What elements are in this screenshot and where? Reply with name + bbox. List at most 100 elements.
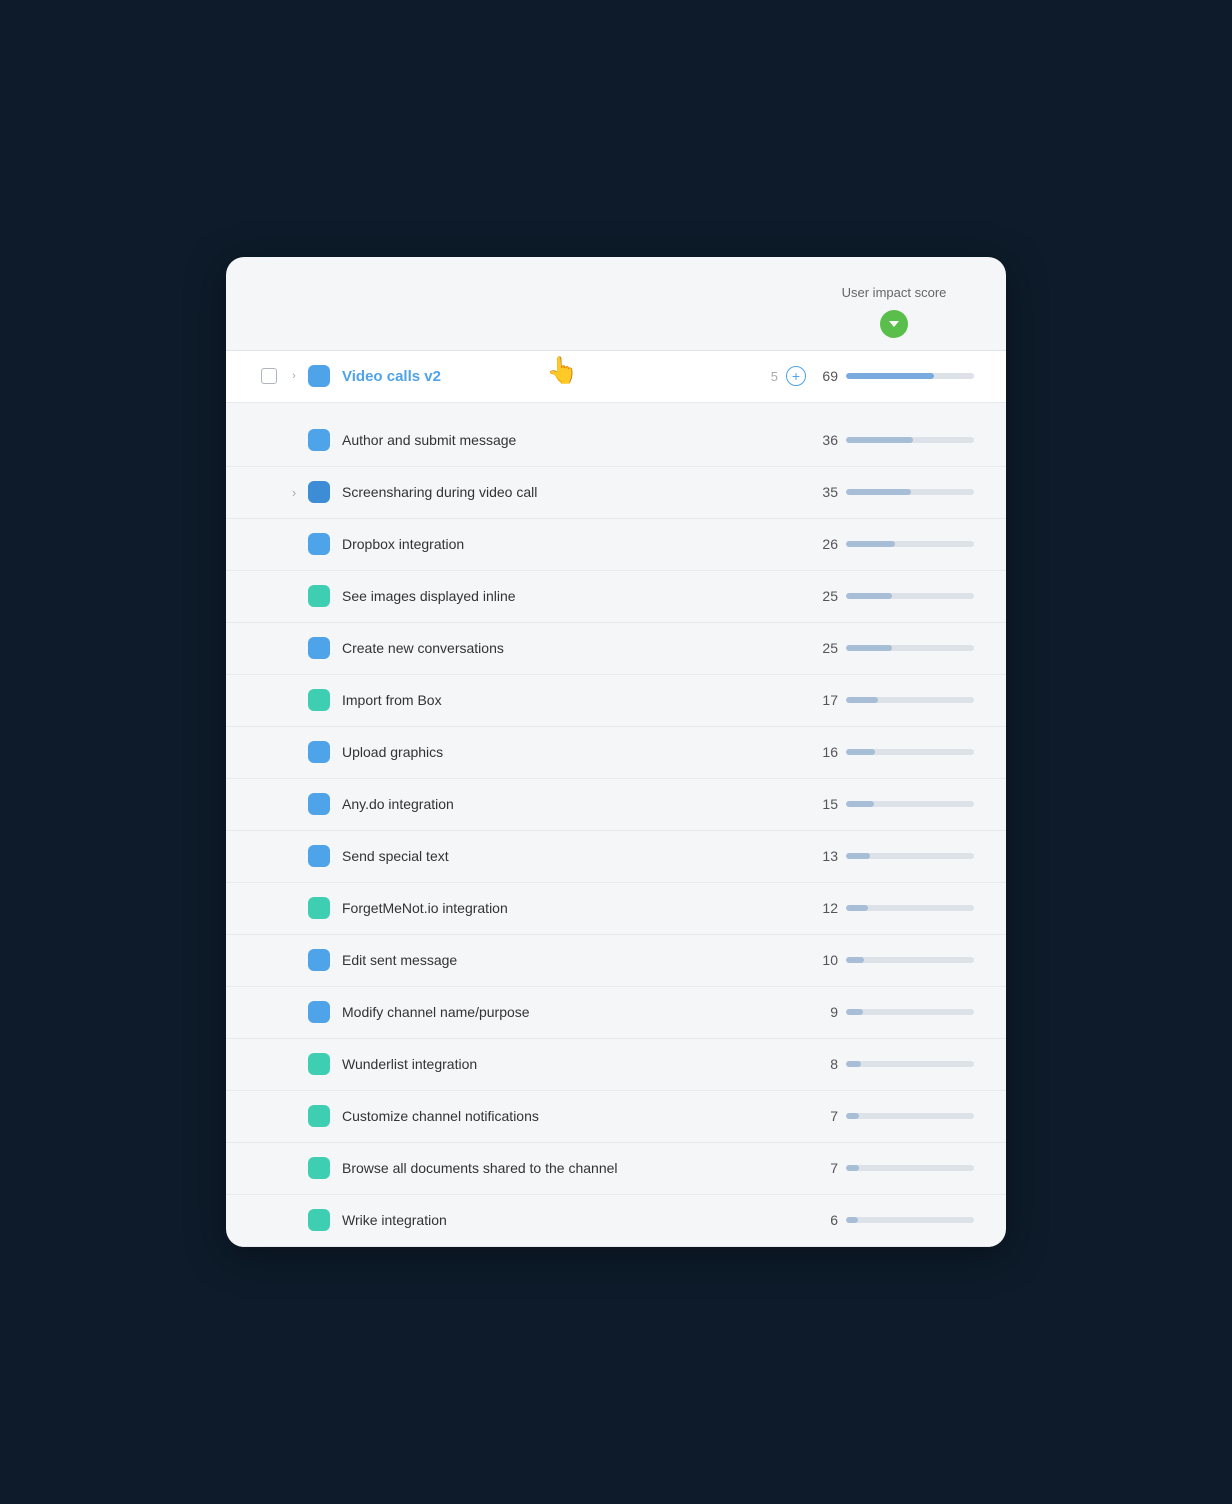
feature-row[interactable]: Send special text 13 xyxy=(226,831,1006,883)
header-row: User impact score xyxy=(226,257,1006,351)
feature-row[interactable]: Create new conversations 25 xyxy=(226,623,1006,675)
feature-icon xyxy=(308,949,330,971)
score-num: 7 xyxy=(814,1108,838,1124)
feature-row[interactable]: Edit sent message 10 xyxy=(226,935,1006,987)
feature-row[interactable]: Modify channel name/purpose 9 xyxy=(226,987,1006,1039)
feature-icon xyxy=(308,1157,330,1179)
feature-name: Browse all documents shared to the chann… xyxy=(342,1160,814,1176)
score-column-label: User impact score xyxy=(842,285,947,302)
feature-row[interactable]: Author and submit message 36 xyxy=(226,415,1006,467)
chevron-right-icon[interactable]: › xyxy=(284,370,304,382)
feature-row[interactable]: Dropbox integration 26 xyxy=(226,519,1006,571)
score-bar-track xyxy=(846,541,974,547)
feature-icon xyxy=(308,741,330,763)
feature-row[interactable]: Upload graphics 16 xyxy=(226,727,1006,779)
feature-icon xyxy=(308,689,330,711)
score-num: 6 xyxy=(814,1212,838,1228)
feature-row[interactable]: ForgetMeNot.io integration 12 xyxy=(226,883,1006,935)
score-bar-fill xyxy=(846,749,875,755)
feature-name: ForgetMeNot.io integration xyxy=(342,900,814,916)
score-num: 17 xyxy=(814,692,838,708)
score-bar-fill xyxy=(846,853,870,859)
feature-list: › Video calls v2 👆 5 + 69 xyxy=(226,351,1006,415)
sort-button[interactable] xyxy=(880,310,908,338)
feature-row[interactable]: Import from Box 17 xyxy=(226,675,1006,727)
score-bar-fill xyxy=(846,905,868,911)
parent-feature-row[interactable]: › Video calls v2 👆 5 + 69 xyxy=(226,351,1006,403)
feature-checkbox[interactable] xyxy=(261,368,277,384)
score-bar-fill xyxy=(846,1009,863,1015)
score-col: 6 xyxy=(814,1212,974,1228)
score-bar-track xyxy=(846,593,974,599)
feature-icon xyxy=(308,533,330,555)
score-bar-fill xyxy=(846,1061,861,1067)
score-num: 8 xyxy=(814,1056,838,1072)
feature-name: Author and submit message xyxy=(342,432,814,448)
score-col: 8 xyxy=(814,1056,974,1072)
feature-name: See images displayed inline xyxy=(342,588,814,604)
feature-icon xyxy=(308,793,330,815)
feature-name: Wrike integration xyxy=(342,1212,814,1228)
chevron-right-icon[interactable]: › xyxy=(292,485,296,500)
score-bar-track xyxy=(846,645,974,651)
feature-row[interactable]: › Screensharing during video call 35 xyxy=(226,467,1006,519)
score-bar-fill xyxy=(846,593,892,599)
score-col: 25 xyxy=(814,640,974,656)
feature-icon xyxy=(308,897,330,919)
feature-name: Modify channel name/purpose xyxy=(342,1004,814,1020)
score-col: 35 xyxy=(814,484,974,500)
score-bar-fill xyxy=(846,541,895,547)
score-col: 9 xyxy=(814,1004,974,1020)
feature-row[interactable]: Wrike integration 6 xyxy=(226,1195,1006,1247)
score-column-header: User impact score xyxy=(814,285,974,350)
child-feature-list: Author and submit message 36 › Screensha… xyxy=(226,415,1006,1247)
feature-row[interactable]: Customize channel notifications 7 xyxy=(226,1091,1006,1143)
score-num: 10 xyxy=(814,952,838,968)
feature-name: Import from Box xyxy=(342,692,814,708)
score-col: 17 xyxy=(814,692,974,708)
score-bar-track xyxy=(846,1217,974,1223)
score-col: 15 xyxy=(814,796,974,812)
score-col: 36 xyxy=(814,432,974,448)
score-bar-track xyxy=(846,1165,974,1171)
score-bar-fill xyxy=(846,645,892,651)
feature-row[interactable]: Wunderlist integration 8 xyxy=(226,1039,1006,1091)
parent-score-num: 69 xyxy=(814,368,838,384)
feature-name: Upload graphics xyxy=(342,744,814,760)
feature-icon xyxy=(308,585,330,607)
feature-row[interactable]: Browse all documents shared to the chann… xyxy=(226,1143,1006,1195)
score-num: 26 xyxy=(814,536,838,552)
score-bar-fill xyxy=(846,437,913,443)
feature-icon xyxy=(308,1209,330,1231)
score-bar-fill xyxy=(846,801,874,807)
score-num: 25 xyxy=(814,640,838,656)
feature-name: Send special text xyxy=(342,848,814,864)
parent-score-bar-track xyxy=(846,373,974,379)
score-col: 10 xyxy=(814,952,974,968)
score-bar-track xyxy=(846,749,974,755)
score-bar-track xyxy=(846,853,974,859)
feature-icon xyxy=(308,1105,330,1127)
parent-feature-name[interactable]: Video calls v2 xyxy=(342,368,771,385)
chevron-area: › xyxy=(284,485,304,500)
feature-icon xyxy=(308,845,330,867)
score-num: 7 xyxy=(814,1160,838,1176)
feature-icon xyxy=(308,637,330,659)
score-bar-track xyxy=(846,905,974,911)
score-bar-track xyxy=(846,957,974,963)
feature-row[interactable]: See images displayed inline 25 xyxy=(226,571,1006,623)
score-col: 26 xyxy=(814,536,974,552)
score-col: 7 xyxy=(814,1160,974,1176)
score-num: 16 xyxy=(814,744,838,760)
checkbox-area xyxy=(258,368,280,384)
feature-name: Screensharing during video call xyxy=(342,484,814,500)
score-bar-fill xyxy=(846,1217,858,1223)
score-col: 25 xyxy=(814,588,974,604)
add-child-button[interactable]: + xyxy=(786,366,806,386)
score-bar-fill xyxy=(846,957,864,963)
score-col: 7 xyxy=(814,1108,974,1124)
feature-row[interactable]: Any.do integration 15 xyxy=(226,779,1006,831)
score-bar-fill xyxy=(846,1165,859,1171)
feature-name: Edit sent message xyxy=(342,952,814,968)
score-col: 13 xyxy=(814,848,974,864)
